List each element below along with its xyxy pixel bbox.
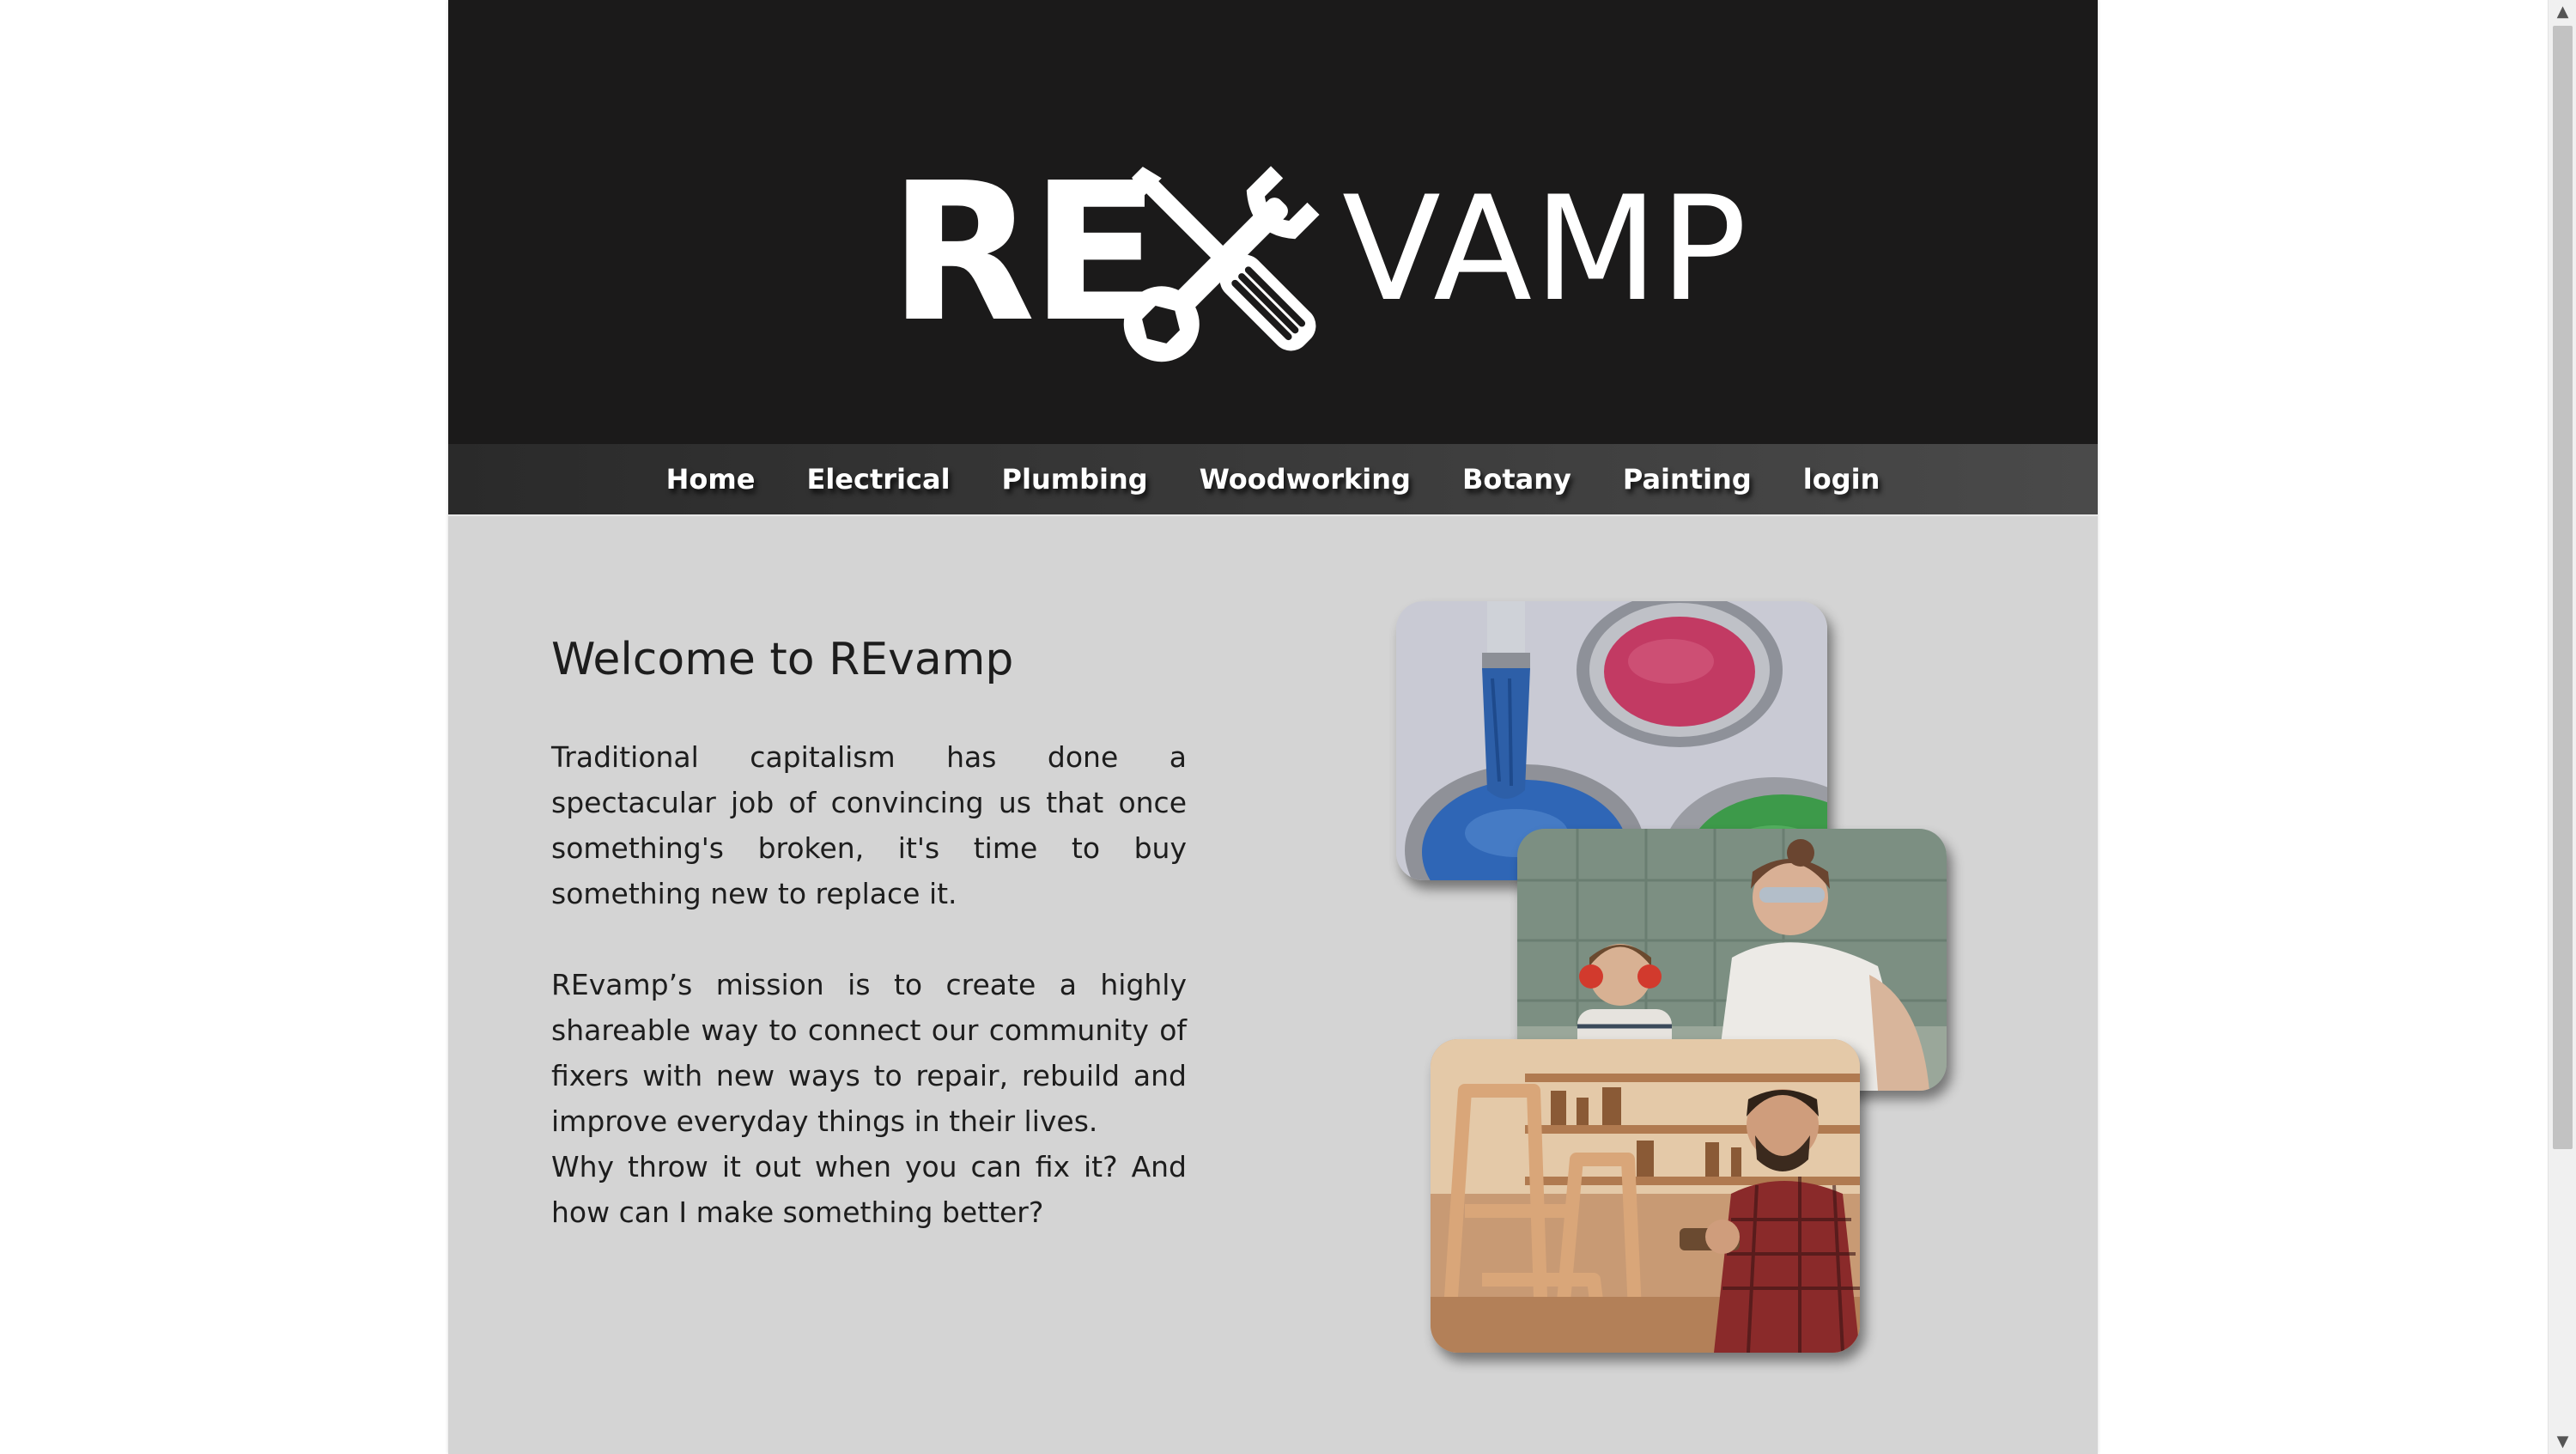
chevron-up-icon[interactable]: ▲: [2549, 0, 2576, 24]
welcome-section: Welcome to REvamp Traditional capitalism…: [551, 634, 1187, 1235]
main-navigation: Home Electrical Plumbing Woodworking Bot…: [448, 444, 2098, 516]
nav-item-plumbing[interactable]: Plumbing: [1002, 463, 1148, 496]
question-paragraph: Why throw it out when you can fix it? An…: [551, 1150, 1187, 1230]
nav-item-login[interactable]: login: [1803, 463, 1880, 496]
woodworking-photo: [1431, 1039, 1860, 1353]
nav-item-woodworking[interactable]: Woodworking: [1200, 463, 1411, 496]
nav-item-botany[interactable]: Botany: [1462, 463, 1571, 496]
scrollbar-thumb[interactable]: [2553, 26, 2573, 1149]
nav-item-home[interactable]: Home: [666, 463, 756, 496]
logo-text-vamp: VAMP: [1342, 165, 1749, 333]
wrench-screwdriver-icon: [1123, 166, 1320, 362]
chevron-down-icon[interactable]: ▼: [2549, 1430, 2576, 1454]
site-header: RE VAMP: [448, 0, 2098, 444]
vertical-scrollbar[interactable]: ▲ ▼: [2548, 0, 2576, 1454]
mission-paragraph: REvamp’s mission is to create a highly s…: [551, 968, 1187, 1139]
intro-paragraph: Traditional capitalism has done a specta…: [551, 740, 1187, 911]
site-logo[interactable]: RE VAMP: [882, 137, 1747, 395]
page-title: Welcome to REvamp: [551, 634, 1014, 685]
nav-item-painting[interactable]: Painting: [1623, 463, 1752, 496]
nav-item-electrical[interactable]: Electrical: [806, 463, 950, 496]
page-container: RE VAMP Home Electrical Plumbing Woodwor…: [448, 0, 2098, 1454]
